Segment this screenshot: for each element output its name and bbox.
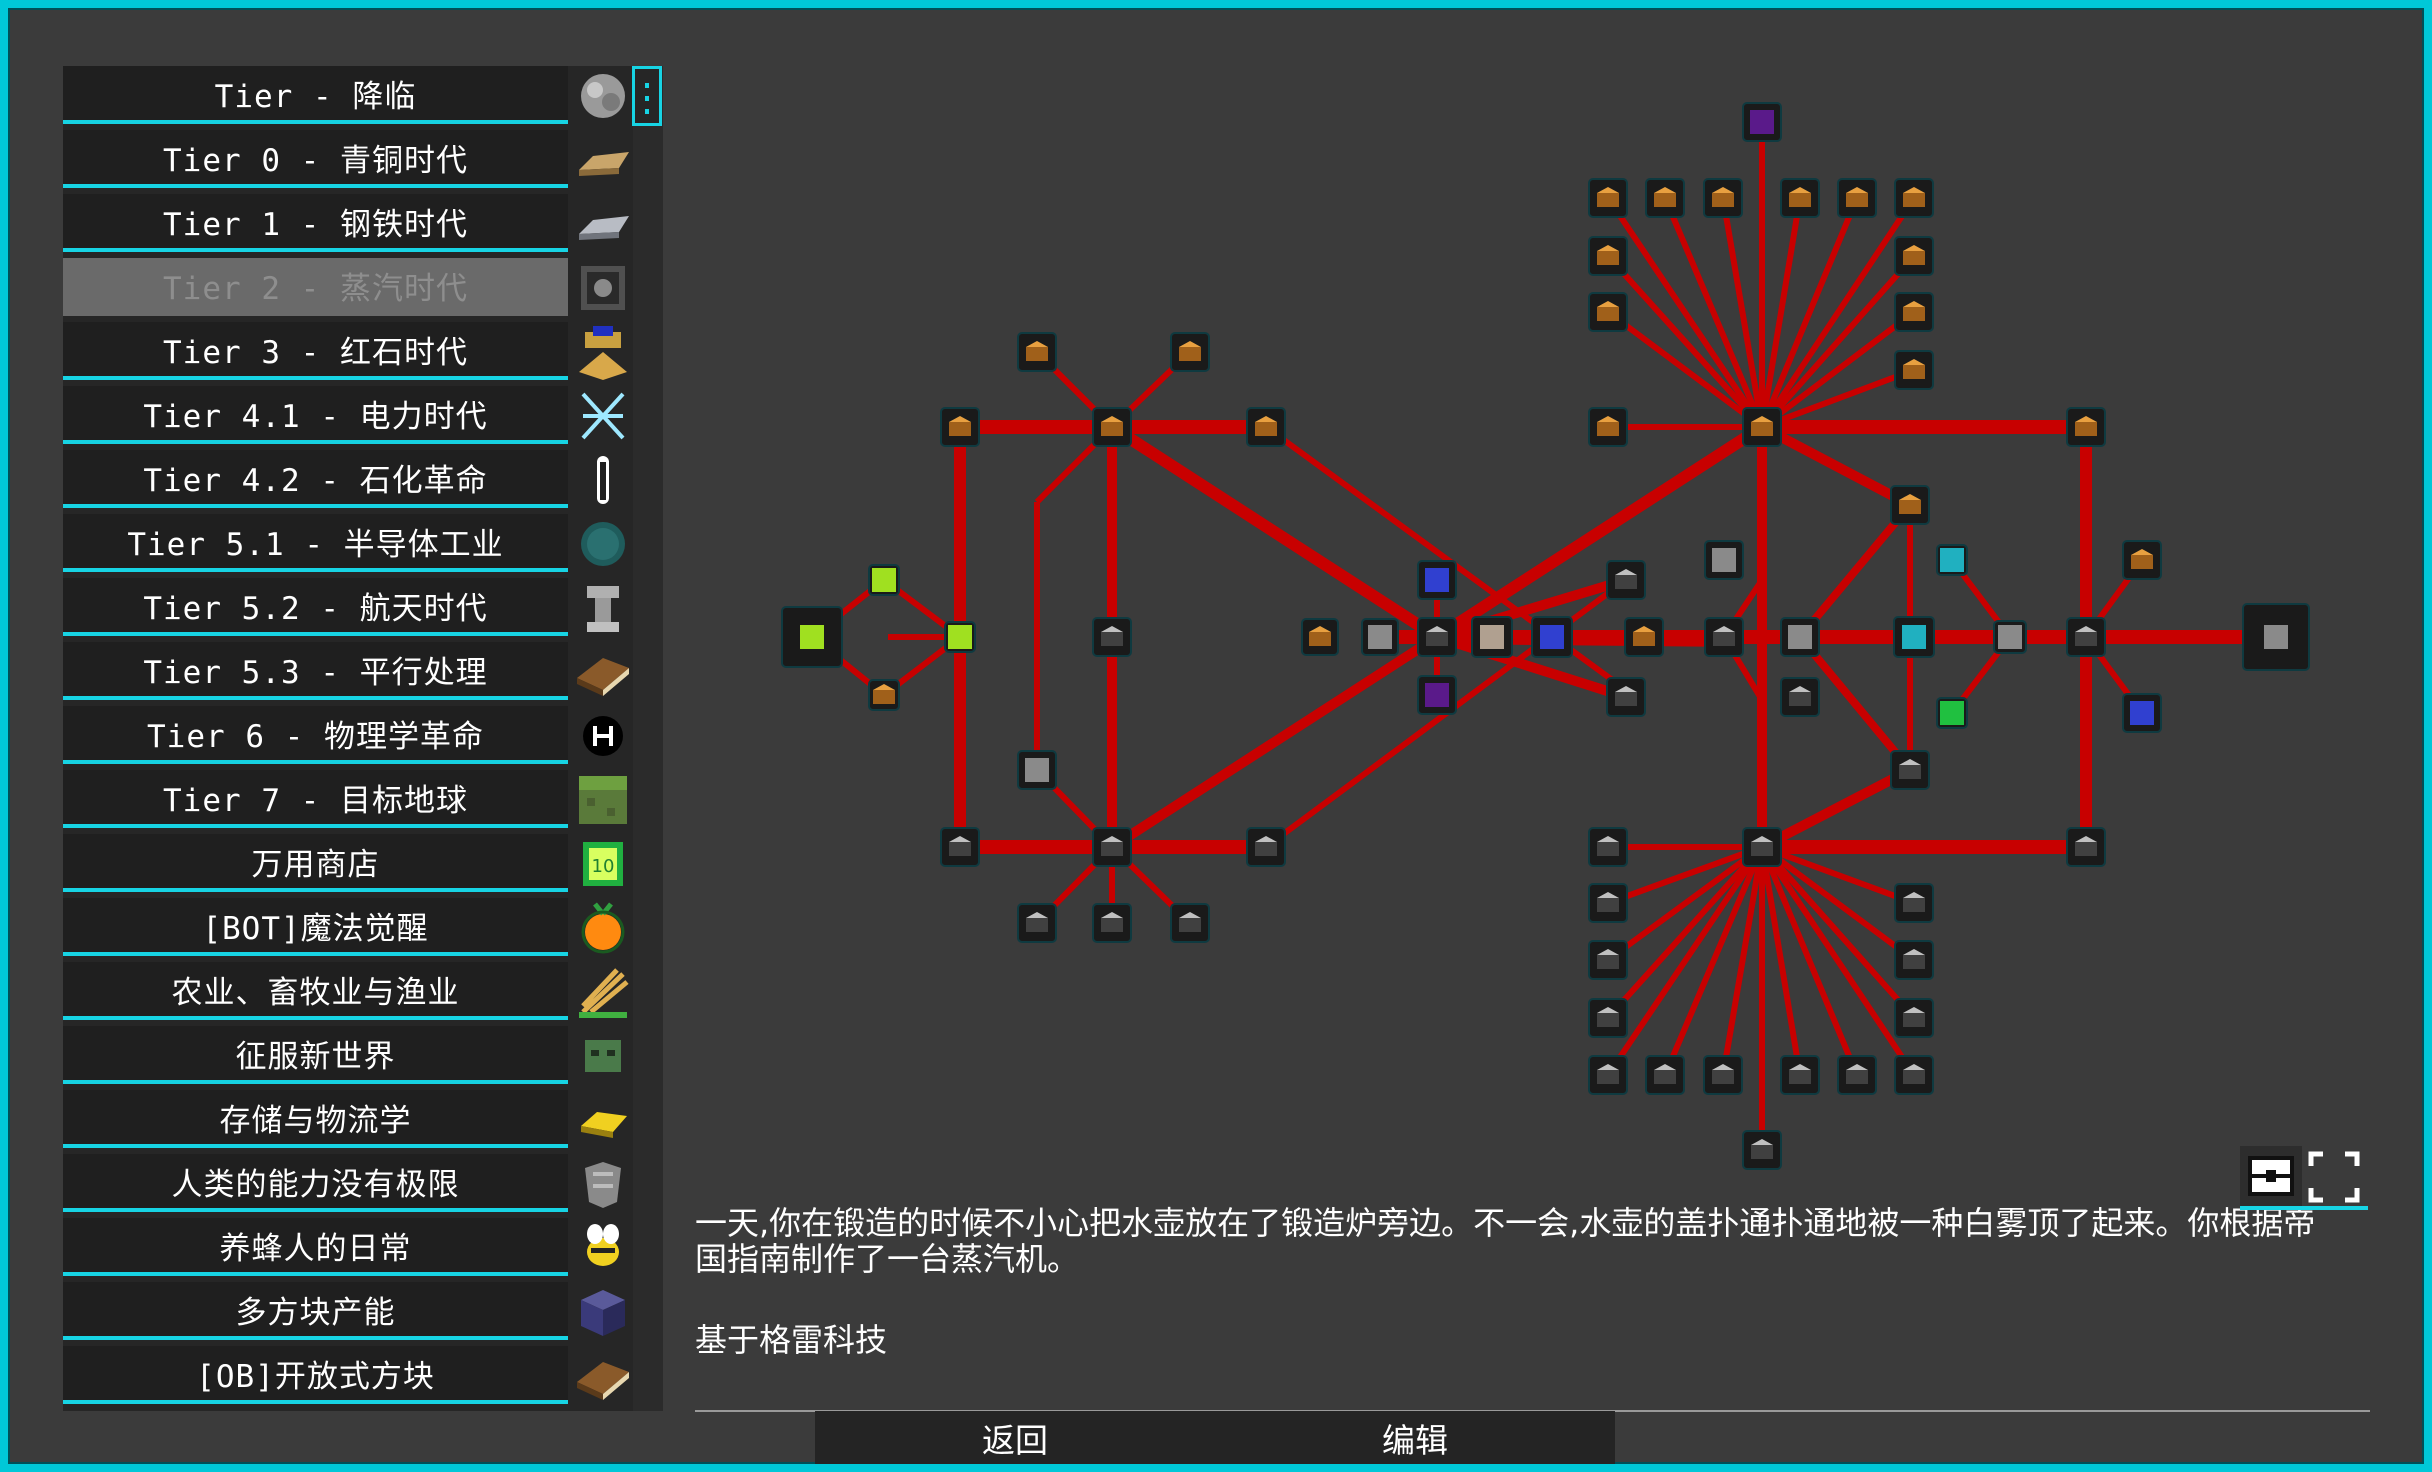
quest-node[interactable]	[1704, 617, 1744, 657]
quest-node[interactable]	[1531, 616, 1573, 658]
edit-button[interactable]: 编辑	[1215, 1411, 1615, 1464]
quest-node[interactable]	[1703, 178, 1743, 218]
quest-node[interactable]	[868, 564, 900, 596]
quest-node[interactable]	[1624, 617, 1664, 657]
quest-link	[1759, 196, 1917, 429]
quest-node[interactable]	[940, 407, 980, 447]
quest-node[interactable]	[2066, 827, 2106, 867]
quest-node[interactable]	[1742, 407, 1782, 447]
quest-node[interactable]	[1894, 178, 1934, 218]
quest-link	[1759, 765, 1913, 852]
bottom-button-bar: 返回 编辑	[815, 1411, 1615, 1464]
quest-node[interactable]	[1417, 560, 1457, 600]
quest-link	[1759, 845, 1917, 1077]
toolbar-underline	[2240, 1206, 2368, 1210]
quest-node[interactable]	[2066, 407, 2106, 447]
quest-node[interactable]	[1017, 332, 1057, 372]
quest-node[interactable]	[1588, 883, 1628, 923]
quest-node[interactable]	[1246, 407, 1286, 447]
quest-node[interactable]	[1588, 236, 1628, 276]
quest-node[interactable]	[1894, 292, 1934, 332]
quest-node[interactable]	[1017, 903, 1057, 943]
quest-node[interactable]	[1092, 617, 1132, 657]
quest-node[interactable]	[940, 827, 980, 867]
quest-node[interactable]	[1246, 827, 1286, 867]
quest-node[interactable]	[1417, 617, 1457, 657]
quest-node[interactable]	[1645, 178, 1685, 218]
quest-node[interactable]	[1742, 1130, 1782, 1170]
quest-node[interactable]	[1893, 616, 1935, 658]
quest-link	[1605, 196, 1765, 429]
quest-node[interactable]	[1936, 697, 1968, 729]
chest-button[interactable]	[2240, 1146, 2302, 1208]
quest-link	[1108, 421, 1441, 643]
quest-node[interactable]	[1894, 998, 1934, 1038]
quest-node[interactable]	[1780, 677, 1820, 717]
quest-node[interactable]	[1092, 903, 1132, 943]
chest-icon	[2248, 1156, 2294, 1196]
quest-node[interactable]	[2242, 603, 2310, 671]
quest-node[interactable]	[1417, 675, 1457, 715]
quest-node[interactable]	[1936, 544, 1968, 576]
quest-node[interactable]	[1894, 350, 1934, 390]
quest-link	[1759, 422, 1913, 510]
quest-node[interactable]	[1890, 750, 1930, 790]
quest-node[interactable]	[1894, 883, 1934, 923]
quest-node[interactable]	[1780, 178, 1820, 218]
quest-node[interactable]	[944, 621, 976, 653]
quest-link	[1109, 632, 1440, 852]
quest-node[interactable]	[1742, 827, 1782, 867]
quest-link	[1433, 421, 1766, 643]
quest-node[interactable]	[1780, 1055, 1820, 1095]
quest-node[interactable]	[1588, 407, 1628, 447]
quest-node[interactable]	[1471, 616, 1513, 658]
quest-node[interactable]	[1894, 1055, 1934, 1095]
based-on-label: 基于格雷科技	[695, 1321, 888, 1359]
quest-node[interactable]	[1645, 1055, 1685, 1095]
back-button[interactable]: 返回	[815, 1411, 1215, 1464]
quest-link	[1605, 845, 1765, 1077]
quest-node[interactable]	[1606, 677, 1646, 717]
quest-node[interactable]	[1703, 1055, 1743, 1095]
quest-node[interactable]	[1588, 827, 1628, 867]
quest-node[interactable]	[1092, 827, 1132, 867]
fullscreen-button[interactable]	[2303, 1146, 2365, 1208]
quest-node[interactable]	[2066, 617, 2106, 657]
quest-node[interactable]	[2122, 693, 2162, 733]
quest-node[interactable]	[1092, 407, 1132, 447]
quest-node[interactable]	[1170, 903, 1210, 943]
quest-node[interactable]	[1301, 618, 1339, 656]
quest-node[interactable]	[1890, 485, 1930, 525]
quest-node[interactable]	[1588, 940, 1628, 980]
quest-node[interactable]	[1588, 1055, 1628, 1095]
fullscreen-icon	[2308, 1151, 2360, 1203]
quest-node[interactable]	[1894, 940, 1934, 980]
quest-node[interactable]	[1588, 178, 1628, 218]
quest-node[interactable]	[1993, 620, 2027, 654]
quest-node[interactable]	[1017, 750, 1057, 790]
quest-description: 一天,你在锻造的时候不小心把水壶放在了锻造炉旁边。不一会,水壶的盖扑通扑通地被一…	[695, 1204, 2316, 1278]
quest-node[interactable]	[1704, 540, 1744, 580]
quest-node[interactable]	[1742, 102, 1782, 142]
quest-node[interactable]	[2122, 540, 2162, 580]
quest-node[interactable]	[868, 679, 900, 711]
quest-node[interactable]	[1361, 618, 1399, 656]
quest-node[interactable]	[1837, 1055, 1877, 1095]
quest-node[interactable]	[1606, 560, 1646, 600]
quest-node[interactable]	[1894, 236, 1934, 276]
quest-node[interactable]	[1170, 332, 1210, 372]
quest-node[interactable]	[781, 606, 843, 668]
quest-node[interactable]	[1588, 998, 1628, 1038]
quest-node[interactable]	[1837, 178, 1877, 218]
quest-node[interactable]	[1780, 617, 1820, 657]
quest-link	[1796, 502, 1914, 640]
quest-nodes[interactable]	[781, 102, 2310, 1170]
quest-node[interactable]	[1588, 292, 1628, 332]
